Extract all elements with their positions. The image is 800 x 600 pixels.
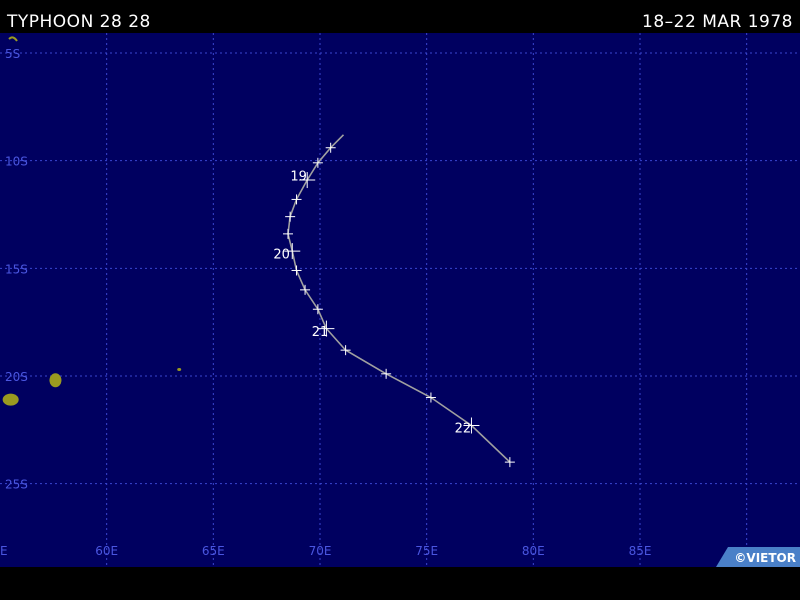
lon-label: 65E <box>202 544 225 558</box>
lon-label: 80E <box>522 544 545 558</box>
storm-title: TYPHOON 28 28 <box>7 12 151 32</box>
lat-label: 20S <box>5 370 28 384</box>
island-reunion <box>2 393 19 406</box>
credit-badge: ©VIETOR <box>716 547 800 567</box>
lat-label: 10S <box>5 155 28 169</box>
lat-label: 15S <box>5 262 28 276</box>
date-range: 18–22 MAR 1978 <box>642 12 793 32</box>
lon-label: 60E <box>95 544 118 558</box>
track-map: 5E 60E 65E 70E 75E 80E 85E 5S 10S 15S 20S 25S 19 20 2… <box>0 33 800 567</box>
lat-label: 5S <box>5 47 20 61</box>
day-label-20: 20 <box>273 247 290 262</box>
map-canvas: 5E 60E 65E 70E 75E 80E 85E 5S 10S 15S 20S 25S 19 20 2… <box>0 33 800 567</box>
day-label-19: 19 <box>290 170 307 185</box>
lon-label: 5E <box>0 544 8 558</box>
day-label-21: 21 <box>312 325 329 340</box>
lon-label: 75E <box>415 544 438 558</box>
day-label-22: 22 <box>455 422 472 437</box>
island-rodrigues <box>177 368 182 372</box>
credit-text: ©VIETOR <box>734 551 796 565</box>
lon-label: 85E <box>629 544 652 558</box>
lat-label: 25S <box>5 478 28 492</box>
lon-label: 70E <box>309 544 332 558</box>
ocean-background <box>0 33 800 567</box>
island-mauritius <box>49 373 62 388</box>
